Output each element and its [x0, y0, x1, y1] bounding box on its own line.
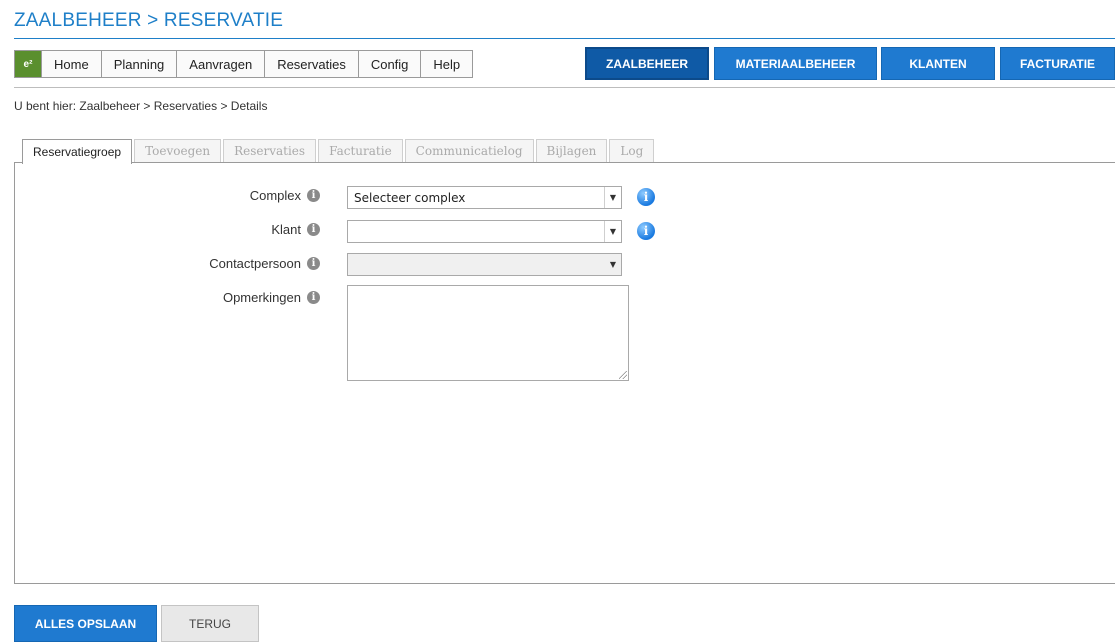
main-menu: e² Home Planning Aanvragen Reservaties C… [14, 50, 474, 78]
save-all-button[interactable]: ALLES OPSLAAN [14, 605, 157, 642]
menu-item-help[interactable]: Help [421, 51, 472, 77]
menu-item-aanvragen[interactable]: Aanvragen [177, 51, 266, 77]
complex-help-icon[interactable]: i [637, 188, 655, 206]
klant-help-icon[interactable]: i [637, 222, 655, 240]
opmerkingen-label: Opmerkingen i [80, 290, 320, 305]
klant-label-text: Klant [271, 222, 301, 237]
complex-select[interactable]: Selecteer complex ▼ [347, 186, 622, 209]
chevron-down-icon[interactable]: ▼ [604, 187, 621, 208]
menu-item-config[interactable]: Config [359, 51, 422, 77]
opmerkingen-textarea[interactable] [347, 285, 629, 381]
klant-select[interactable]: ▼ [347, 220, 622, 243]
tab-log[interactable]: Log [609, 139, 655, 162]
info-icon: i [307, 189, 320, 202]
tab-communicatielog[interactable]: Communicatielog [404, 139, 534, 162]
page-title: ZAALBEHEER > RESERVATIE [14, 10, 284, 31]
complex-select-value: Selecteer complex [354, 190, 466, 205]
tab-facturatie[interactable]: Facturatie [318, 139, 403, 162]
menu-item-home[interactable]: Home [42, 51, 102, 77]
menu-item-planning[interactable]: Planning [102, 51, 178, 77]
tab-bar: Reservatiegroep Toevoegen Reservaties Fa… [22, 139, 656, 164]
info-icon: i [307, 223, 320, 236]
back-button[interactable]: TERUG [161, 605, 259, 642]
contactpersoon-label: Contactpersoon i [80, 256, 320, 271]
info-icon: i [307, 257, 320, 270]
complex-label: Complex i [80, 188, 320, 203]
app-logo-icon[interactable]: e² [15, 51, 42, 77]
contactpersoon-label-text: Contactpersoon [209, 256, 301, 271]
opmerkingen-label-text: Opmerkingen [222, 290, 301, 305]
chevron-down-icon[interactable]: ▼ [605, 254, 621, 275]
resize-grip-icon[interactable] [619, 371, 627, 379]
module-klanten-button[interactable]: KLANTEN [881, 47, 995, 80]
chevron-down-icon[interactable]: ▼ [604, 221, 621, 242]
module-zaalbeheer-button[interactable]: ZAALBEHEER [585, 47, 709, 80]
tab-bijlagen[interactable]: Bijlagen [535, 139, 608, 162]
module-materiaalbeheer-button[interactable]: MATERIAALBEHEER [714, 47, 877, 80]
menu-item-reservaties[interactable]: Reservaties [265, 51, 359, 77]
complex-label-text: Complex [249, 188, 301, 203]
module-facturatie-button[interactable]: FACTURATIE [1000, 47, 1115, 80]
info-icon: i [307, 291, 320, 304]
tab-toevoegen[interactable]: Toevoegen [134, 139, 222, 162]
header-divider [14, 87, 1115, 88]
tab-reservatiegroep[interactable]: Reservatiegroep [22, 139, 133, 164]
klant-label: Klant i [80, 222, 320, 237]
tab-reservaties[interactable]: Reservaties [223, 139, 317, 162]
title-divider [14, 38, 1115, 39]
breadcrumb: U bent hier: Zaalbeheer > Reservaties > … [14, 99, 268, 113]
contactpersoon-select[interactable]: ▼ [347, 253, 622, 276]
